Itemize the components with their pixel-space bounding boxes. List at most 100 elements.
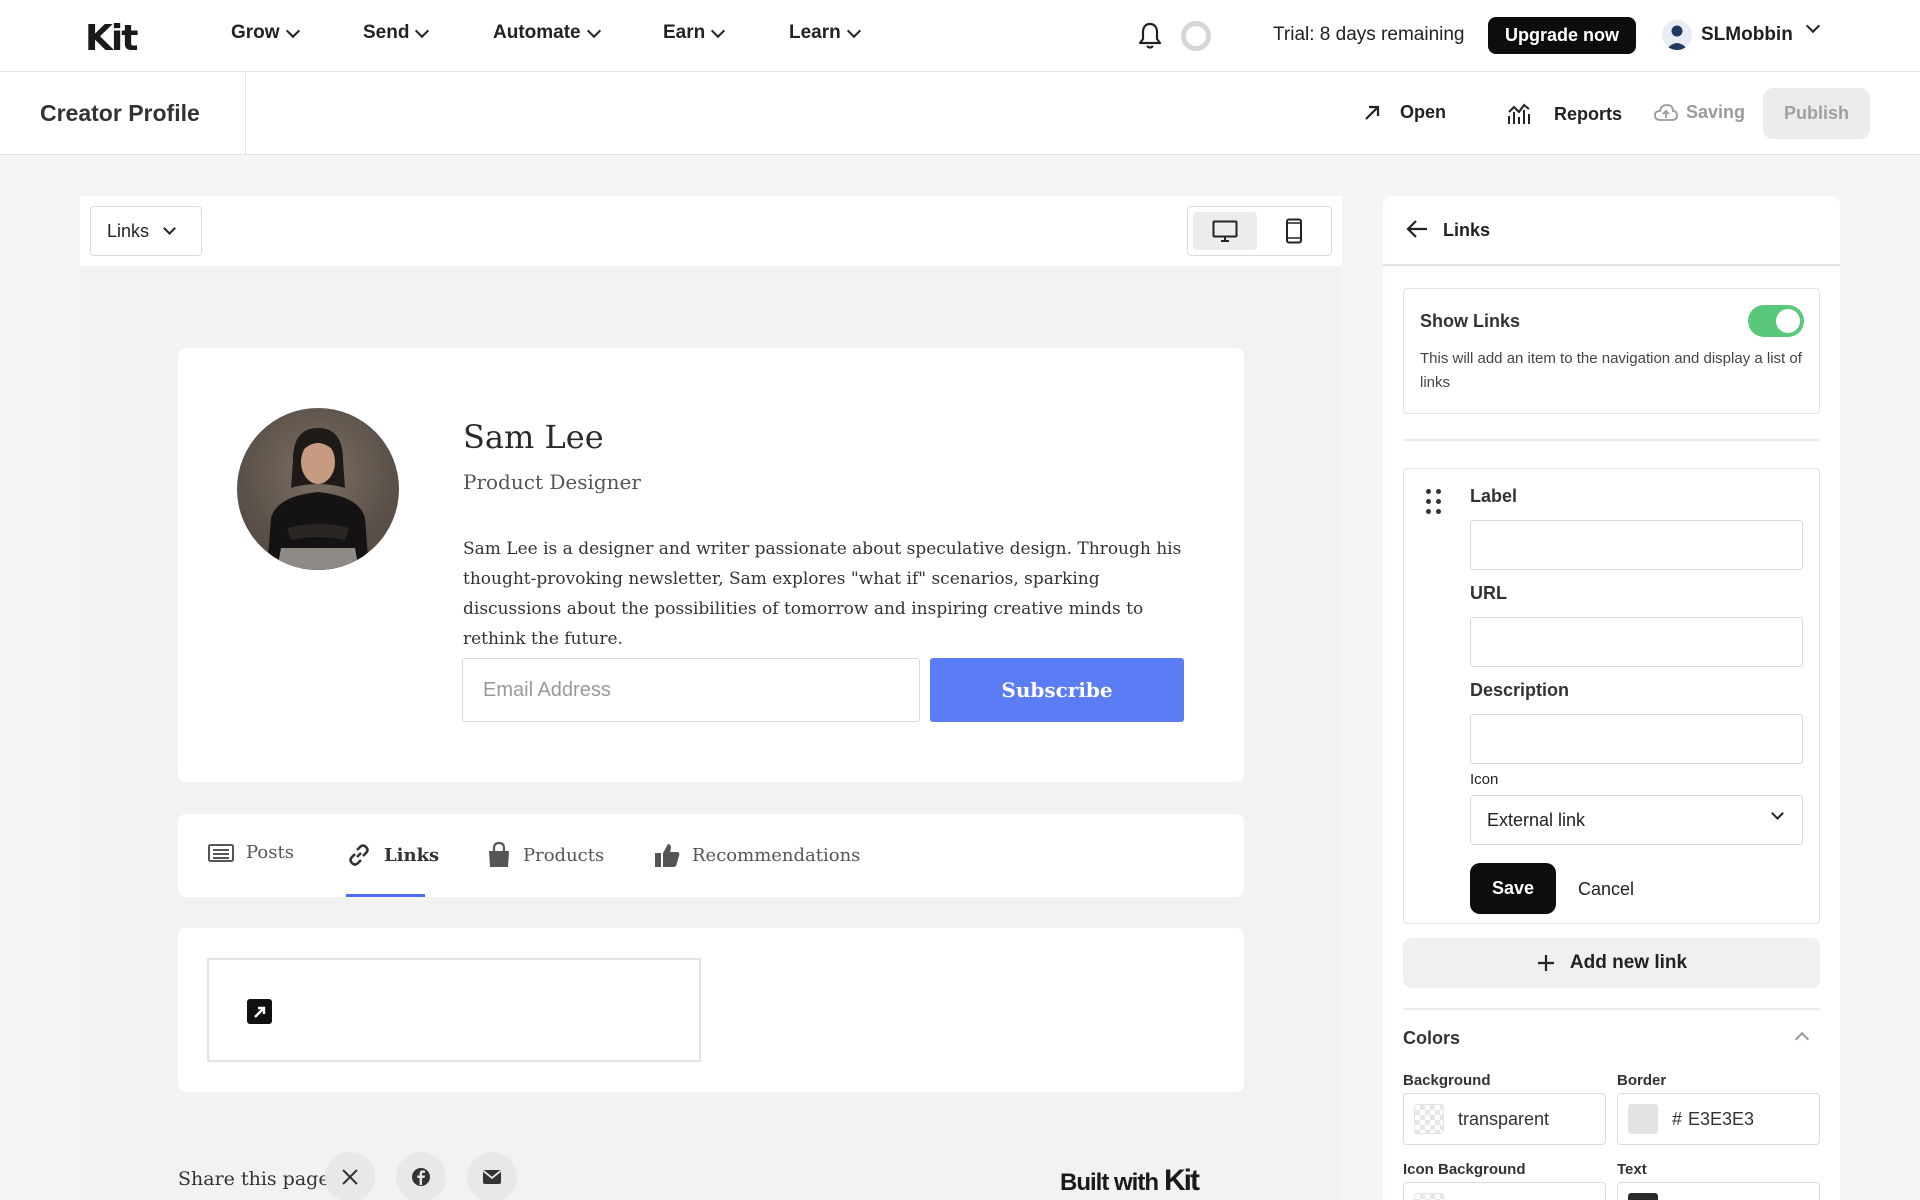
label-input[interactable] <box>1470 520 1803 570</box>
drag-handle-icon[interactable] <box>1426 489 1441 514</box>
border-color-value: E3E3E3 <box>1688 1108 1755 1129</box>
upgrade-button[interactable]: Upgrade now <box>1488 17 1636 54</box>
hash-symbol: # <box>1672 1108 1683 1129</box>
tab-label: Products <box>523 844 605 866</box>
chevron-down-icon <box>1771 807 1784 820</box>
description-input[interactable] <box>1470 714 1803 764</box>
external-link-icon <box>247 999 272 1024</box>
nav-item-grow[interactable]: Grow <box>231 22 300 44</box>
device-toggle <box>1187 206 1332 256</box>
nav-item-send[interactable]: Send <box>363 22 430 44</box>
arrow-left-icon[interactable] <box>1405 218 1429 240</box>
tab-products[interactable]: Products <box>487 842 604 868</box>
url-input[interactable] <box>1470 617 1803 667</box>
user-avatar[interactable] <box>1662 20 1692 50</box>
email-input[interactable]: Email Address <box>462 658 920 722</box>
nav-item-label: Learn <box>789 22 841 43</box>
description-field-label: Description <box>1470 680 1570 700</box>
toggle-knob <box>1776 309 1800 333</box>
open-label: Open <box>1400 102 1447 122</box>
saving-label: Saving <box>1686 102 1746 122</box>
text-color-input[interactable] <box>1617 1182 1820 1200</box>
mobile-icon <box>1286 218 1302 244</box>
icon-select[interactable]: External link <box>1470 795 1803 845</box>
links-settings-panel: Links Show Links This will add an item t… <box>1383 196 1840 1200</box>
built-with-badge[interactable]: Built with Kit <box>1060 1164 1200 1198</box>
nav-item-label: Grow <box>231 22 280 43</box>
show-links-toggle[interactable] <box>1748 305 1804 337</box>
background-color-input[interactable]: transparent <box>1403 1093 1606 1145</box>
share-email-button[interactable] <box>467 1152 517 1200</box>
text-color-swatch <box>1628 1193 1658 1200</box>
publish-button[interactable]: Publish <box>1763 88 1870 139</box>
border-color-input[interactable]: # E3E3E3 <box>1617 1093 1820 1145</box>
shopping-bag-icon <box>489 842 509 867</box>
share-facebook-button[interactable] <box>396 1152 446 1200</box>
icon-field-label: Icon <box>1470 771 1499 788</box>
profile-name: Sam Lee <box>463 418 604 456</box>
border-color-label: Border <box>1617 1072 1667 1089</box>
background-color-value: transparent <box>1458 1108 1550 1129</box>
page-select-value: Links <box>107 220 150 241</box>
show-links-description: This will add an item to the navigation … <box>1420 350 1802 391</box>
desktop-view-button[interactable] <box>1193 212 1257 250</box>
nav-item-automate[interactable]: Automate <box>493 22 601 44</box>
show-links-title: Show Links <box>1420 311 1521 331</box>
x-logo-icon <box>342 1169 358 1185</box>
thumbs-up-icon <box>655 844 680 867</box>
link-edit-form: Label URL Description Icon External link… <box>1403 468 1820 924</box>
chevron-up-icon[interactable] <box>1794 1031 1810 1047</box>
open-button[interactable]: Open <box>1362 102 1446 123</box>
tab-label: Posts <box>246 842 294 863</box>
share-label: Share this page <box>178 1168 330 1190</box>
nav-item-earn[interactable]: Earn <box>663 22 726 44</box>
link-item[interactable] <box>207 958 701 1062</box>
subscribe-button[interactable]: Subscribe <box>930 658 1184 722</box>
chevron-down-icon[interactable] <box>1805 18 1821 34</box>
chevron-down-icon <box>846 23 861 38</box>
facebook-icon <box>412 1168 430 1186</box>
top-navigation: Kit Grow Send Automate Earn Learn Trial:… <box>0 0 1920 72</box>
bell-icon[interactable] <box>1138 22 1162 50</box>
cloud-upload-icon <box>1654 103 1678 121</box>
profile-role: Product Designer <box>463 470 641 494</box>
link-icon <box>349 844 369 866</box>
page-select[interactable]: Links <box>90 206 202 256</box>
chevron-down-icon <box>285 23 300 38</box>
section-divider <box>1403 439 1820 441</box>
chevron-down-icon <box>163 222 176 235</box>
border-color-swatch <box>1628 1104 1658 1134</box>
trial-status: Trial: 8 days remaining <box>1273 24 1465 45</box>
colors-section-title[interactable]: Colors <box>1403 1028 1460 1049</box>
tab-label: Recommendations <box>692 844 861 866</box>
profile-card: Sam Lee Product Designer Sam Lee is a de… <box>178 348 1244 782</box>
kit-logo[interactable]: Kit <box>85 18 138 59</box>
mobile-view-button[interactable] <box>1262 212 1326 250</box>
progress-ring-icon[interactable] <box>1181 21 1211 51</box>
tab-links[interactable]: Links <box>346 842 439 868</box>
cancel-button[interactable]: Cancel <box>1578 879 1634 900</box>
transparent-swatch <box>1414 1104 1444 1134</box>
username[interactable]: SLMobbin <box>1701 24 1793 46</box>
tab-recommendations[interactable]: Recommendations <box>654 842 860 868</box>
profile-tabs: Posts Links Products Recommendations <box>178 814 1244 897</box>
editor-header: Creator Profile Open Reports Saving Publ… <box>0 72 1920 155</box>
save-button[interactable]: Save <box>1470 863 1556 914</box>
envelope-icon <box>482 1170 502 1184</box>
section-divider <box>1403 1008 1820 1010</box>
active-tab-indicator <box>346 894 425 897</box>
saving-status: Saving <box>1654 102 1745 123</box>
panel-title: Links <box>1443 220 1491 240</box>
reports-label: Reports <box>1554 103 1623 124</box>
preview-toolbar: Links <box>80 196 1342 266</box>
nav-item-learn[interactable]: Learn <box>789 22 861 44</box>
panel-header: Links <box>1383 196 1840 266</box>
header-divider <box>245 72 246 155</box>
add-new-link-button[interactable]: Add new link <box>1403 938 1820 988</box>
tab-posts[interactable]: Posts <box>208 842 294 863</box>
reports-button[interactable]: Reports <box>1506 102 1622 126</box>
icon-background-color-input[interactable] <box>1403 1182 1606 1200</box>
share-x-button[interactable] <box>325 1152 375 1200</box>
newspaper-icon <box>208 843 234 862</box>
profile-preview: Sam Lee Product Designer Sam Lee is a de… <box>80 266 1342 1200</box>
